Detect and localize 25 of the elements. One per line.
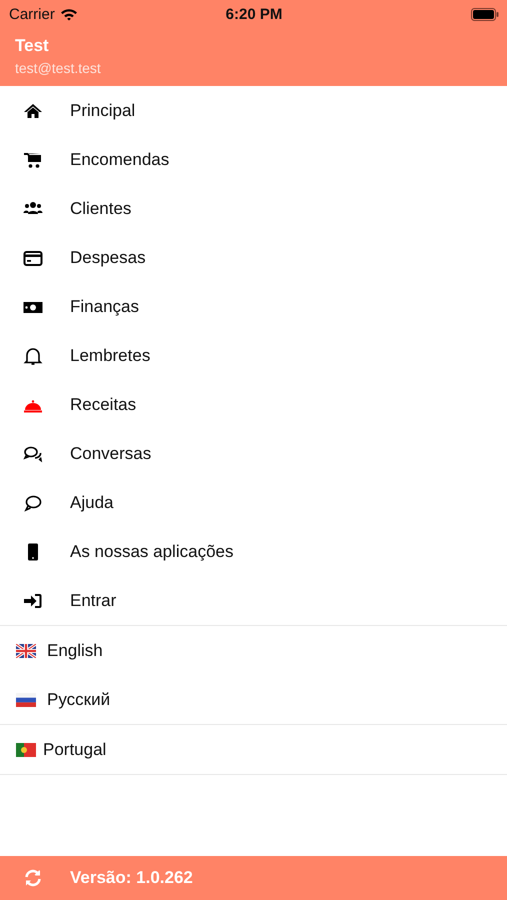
user-email: test@test.test xyxy=(15,60,102,76)
menu-item[interactable]: Conversas xyxy=(0,429,507,478)
clock-time: 6:20 PM xyxy=(226,6,282,22)
language-item[interactable]: English xyxy=(0,626,507,675)
menu-item[interactable]: Lembretes xyxy=(0,331,507,380)
menu-item[interactable]: Clientes xyxy=(0,184,507,233)
language-item[interactable]: Русский xyxy=(0,675,507,724)
menu-item[interactable]: As nossas aplicações xyxy=(0,527,507,576)
russia-flag-icon xyxy=(16,692,36,706)
battery-icon xyxy=(470,8,499,20)
menu-item[interactable]: Ajuda xyxy=(0,478,507,527)
menu-item[interactable]: Finanças xyxy=(0,282,507,331)
menu-item[interactable]: Principal xyxy=(0,86,507,135)
menu-item[interactable]: Encomendas xyxy=(0,135,507,184)
language-item[interactable]: Portugal xyxy=(0,725,507,774)
refresh-icon[interactable] xyxy=(23,868,43,888)
portugal-flag-icon xyxy=(16,742,36,756)
version-label: Versão: 1.0.262 xyxy=(70,868,193,888)
carrier-label: Carrier xyxy=(9,6,55,22)
uk-flag-icon xyxy=(16,644,36,658)
user-name: Test xyxy=(15,36,50,56)
menu-item[interactable]: Entrar xyxy=(0,576,507,625)
menu-item[interactable]: Receitas xyxy=(0,380,507,429)
wifi-icon xyxy=(60,8,78,20)
menu-item[interactable]: Despesas xyxy=(0,233,507,282)
